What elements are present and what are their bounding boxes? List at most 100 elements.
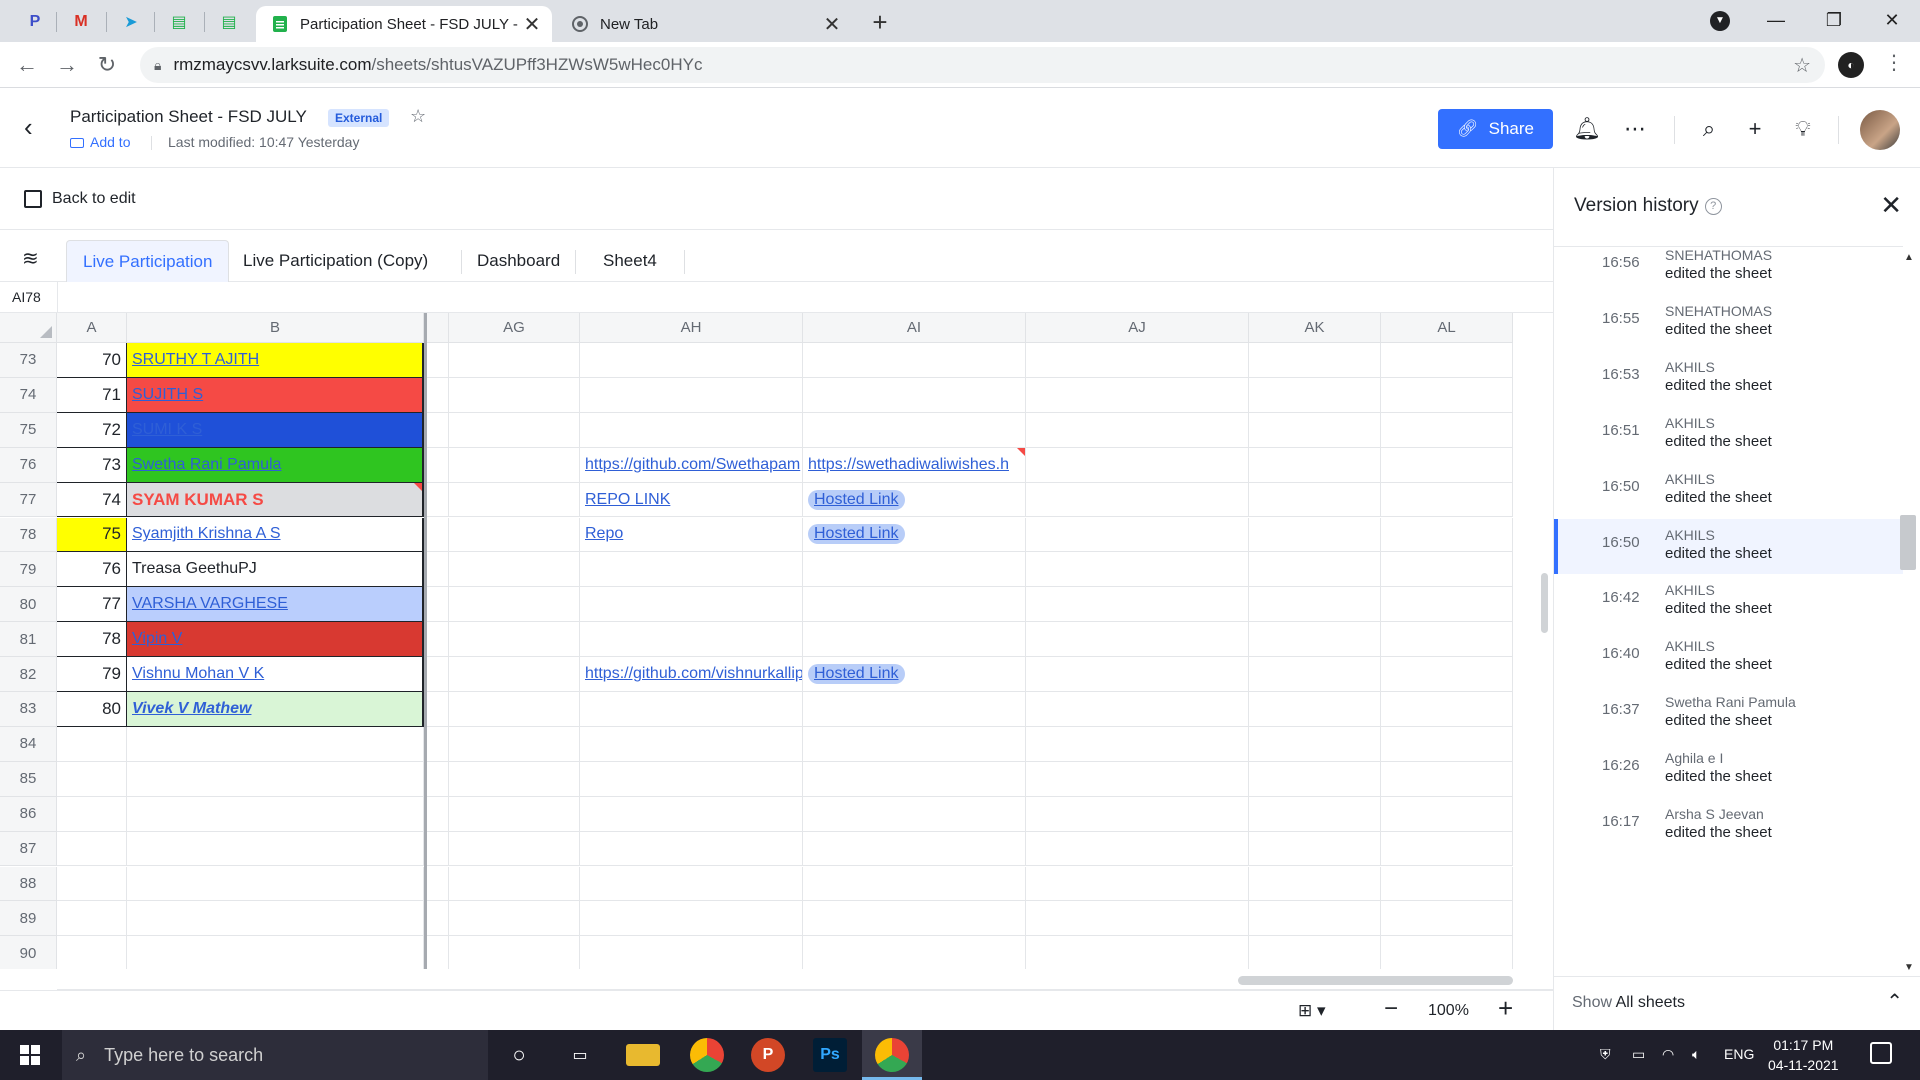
cell-a[interactable]: 78 bbox=[57, 622, 127, 658]
cell-gap[interactable] bbox=[427, 726, 449, 762]
comment-marker[interactable] bbox=[1017, 447, 1025, 456]
cell-b[interactable]: SUMI K S bbox=[127, 412, 424, 448]
cell-ag[interactable] bbox=[449, 517, 580, 553]
cell-ah[interactable] bbox=[580, 622, 803, 658]
cell-ah[interactable] bbox=[580, 936, 803, 969]
browser-menu-icon[interactable]: ⋮ bbox=[1884, 50, 1904, 75]
address-bar[interactable]: 🔒︎ rmzmaycsvv.larksuite.com/sheets/shtus… bbox=[140, 47, 1825, 83]
cell-al[interactable] bbox=[1381, 622, 1513, 658]
cell-ai[interactable]: Hosted Link bbox=[803, 517, 1026, 553]
clock[interactable]: 01:17 PM 04-11-2021 bbox=[1768, 1035, 1839, 1075]
cell-aj[interactable] bbox=[1026, 761, 1249, 797]
participant-name[interactable]: SUMI K S bbox=[132, 421, 202, 439]
hosted-link[interactable]: https://swethadiwaliwishes.h bbox=[808, 456, 1009, 474]
cell-al[interactable] bbox=[1381, 692, 1513, 727]
back-chevron-icon[interactable]: ‹ bbox=[24, 112, 33, 143]
cell-gap[interactable] bbox=[427, 761, 449, 797]
wifi-icon[interactable]: ◠ bbox=[1662, 1046, 1674, 1063]
repo-link[interactable]: REPO LINK bbox=[585, 491, 670, 509]
language-indicator[interactable]: ENG bbox=[1724, 1046, 1754, 1062]
cell-aj[interactable] bbox=[1026, 447, 1249, 483]
cell-al[interactable] bbox=[1381, 552, 1513, 588]
cell-gap[interactable] bbox=[427, 657, 449, 692]
cell-a[interactable]: 70 bbox=[57, 343, 127, 378]
cell-b[interactable]: SRUTHY T AJITH bbox=[127, 343, 424, 378]
tab-live-participation-copy[interactable]: Live Participation (Copy) bbox=[227, 240, 444, 282]
scroll-down-arrow-icon[interactable]: ▼ bbox=[1904, 962, 1914, 973]
cell-a[interactable]: 77 bbox=[57, 587, 127, 623]
tab-dashboard[interactable]: Dashboard bbox=[461, 240, 576, 282]
tab-sheet4[interactable]: Sheet4 bbox=[587, 240, 673, 282]
cell-gap[interactable] bbox=[427, 936, 449, 969]
row-header[interactable]: 82 bbox=[0, 657, 57, 692]
cell-gap[interactable] bbox=[427, 412, 449, 448]
participant-name[interactable]: Syamjith Krishna A S bbox=[132, 525, 281, 543]
cell-a[interactable] bbox=[57, 761, 127, 797]
close-icon[interactable]: ✕ bbox=[1880, 190, 1902, 221]
column-header-ak[interactable]: AK bbox=[1249, 313, 1381, 343]
repo-link[interactable]: Repo bbox=[585, 525, 623, 543]
cell-b[interactable] bbox=[127, 936, 424, 969]
row-header[interactable]: 74 bbox=[0, 377, 57, 413]
cell-aj[interactable] bbox=[1026, 692, 1249, 727]
cell-ag[interactable] bbox=[449, 901, 580, 937]
cell-b[interactable]: VARSHA VARGHESE bbox=[127, 587, 424, 623]
zoom-in-button[interactable]: + bbox=[1498, 993, 1513, 1024]
show-sheets-filter[interactable]: Show All sheets ⌃ bbox=[1554, 976, 1920, 1030]
cell-al[interactable] bbox=[1381, 447, 1513, 483]
cell-al[interactable] bbox=[1381, 796, 1513, 832]
cell-ah[interactable] bbox=[580, 552, 803, 588]
windows-start-icon[interactable] bbox=[20, 1045, 40, 1065]
view-mode-icon[interactable]: ⊞ ▾ bbox=[1298, 1001, 1326, 1021]
zoom-out-button[interactable]: − bbox=[1384, 995, 1398, 1023]
cell-ak[interactable] bbox=[1249, 552, 1381, 588]
cell-ag[interactable] bbox=[449, 831, 580, 867]
cell-b[interactable] bbox=[127, 761, 424, 797]
cell-b[interactable]: Vivek V Mathew bbox=[127, 692, 424, 727]
browser-tab-new-tab[interactable]: New Tab ✕ bbox=[556, 6, 852, 42]
security-shield-icon[interactable]: ⛨ bbox=[1600, 1046, 1611, 1063]
row-header[interactable]: 79 bbox=[0, 552, 57, 588]
row-header[interactable]: 73 bbox=[0, 343, 57, 378]
row-header[interactable]: 75 bbox=[0, 412, 57, 448]
cell-b[interactable] bbox=[127, 831, 424, 867]
cell-a[interactable]: 79 bbox=[57, 657, 127, 692]
cell-ai[interactable]: Hosted Link bbox=[803, 482, 1026, 518]
participant-name[interactable]: SUJITH S bbox=[132, 386, 203, 404]
row-header[interactable]: 76 bbox=[0, 447, 57, 483]
version-item[interactable]: 16:40 AKHILS edited the sheet bbox=[1554, 630, 1903, 686]
cell-a[interactable]: 74 bbox=[57, 482, 127, 518]
cell-ag[interactable] bbox=[449, 657, 580, 692]
participant-name[interactable]: SRUTHY T AJITH bbox=[132, 351, 259, 369]
column-header-ah[interactable]: AH bbox=[580, 313, 803, 343]
lightbulb-icon[interactable]: 💡︎ bbox=[1788, 114, 1818, 144]
version-item[interactable]: 16:53 AKHILS edited the sheet bbox=[1554, 351, 1903, 407]
cell-ai[interactable] bbox=[803, 552, 1026, 588]
column-header-aj[interactable]: AJ bbox=[1026, 313, 1249, 343]
cell-ah[interactable]: Repo bbox=[580, 517, 803, 553]
version-panel-scrollbar[interactable] bbox=[1900, 515, 1916, 570]
cell-ah[interactable]: https://github.com/vishnurkallip bbox=[580, 657, 803, 692]
cell-b[interactable]: Vishnu Mohan V K bbox=[127, 657, 424, 692]
cell-ak[interactable] bbox=[1249, 447, 1381, 483]
cell-al[interactable] bbox=[1381, 377, 1513, 413]
cell-gap[interactable] bbox=[427, 796, 449, 832]
powerpoint-icon[interactable]: P bbox=[751, 1038, 785, 1072]
cell-ah[interactable] bbox=[580, 587, 803, 623]
cell-ag[interactable] bbox=[449, 936, 580, 969]
cell-ak[interactable] bbox=[1249, 517, 1381, 553]
cell-gap[interactable] bbox=[427, 692, 449, 727]
cell-ag[interactable] bbox=[449, 482, 580, 518]
cell-ai[interactable] bbox=[803, 866, 1026, 902]
cell-ag[interactable] bbox=[449, 587, 580, 623]
cell-al[interactable] bbox=[1381, 412, 1513, 448]
reload-icon[interactable]: ↻ bbox=[92, 50, 122, 80]
cell-b[interactable]: SUJITH S bbox=[127, 377, 424, 413]
cell-ah[interactable] bbox=[580, 761, 803, 797]
cell-aj[interactable] bbox=[1026, 587, 1249, 623]
help-icon[interactable]: ? bbox=[1704, 198, 1722, 215]
cell-ah[interactable] bbox=[580, 796, 803, 832]
cell-b[interactable]: SYAM KUMAR S bbox=[127, 482, 424, 518]
cell-ai[interactable] bbox=[803, 936, 1026, 969]
cell-b[interactable] bbox=[127, 796, 424, 832]
